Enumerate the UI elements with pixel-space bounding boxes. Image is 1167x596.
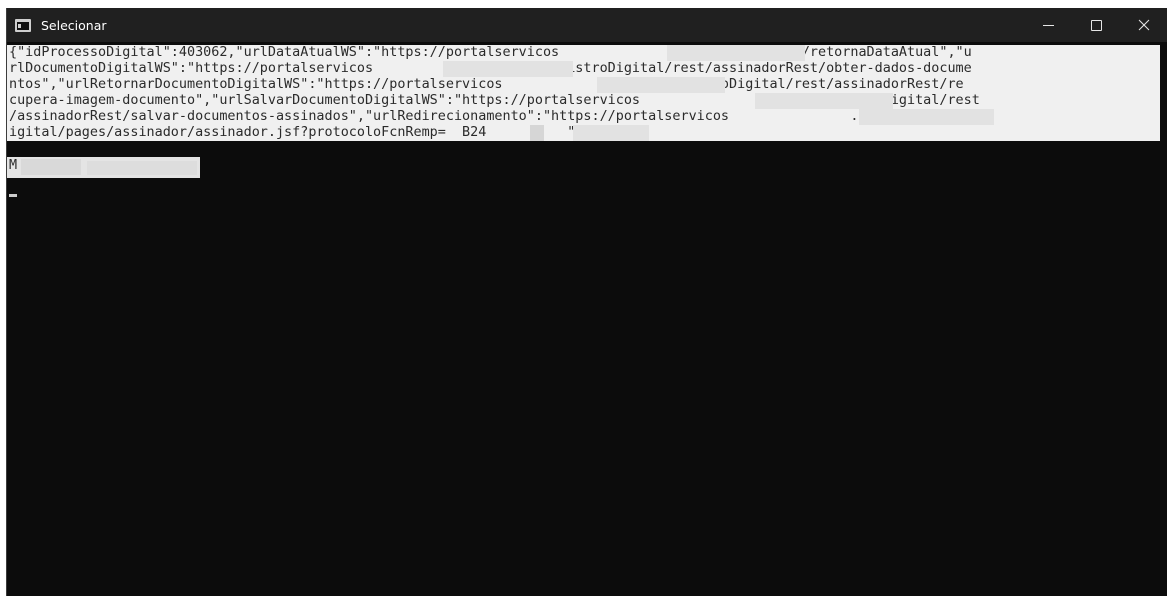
console-line: {"idProcessoDigital":403062,"urlDataAtua…	[7, 45, 1160, 61]
close-button[interactable]	[1120, 8, 1167, 42]
window-controls	[1024, 8, 1167, 42]
console-line: ntos","urlRetornarDocumentoDigitalWS":"h…	[7, 77, 1160, 93]
selected-text-block[interactable]: {"idProcessoDigital":403062,"urlDataAtua…	[7, 45, 1160, 141]
console-line: cupera-imagem-documento","urlSalvarDocum…	[7, 93, 1160, 109]
console-line: /assinadorRest/salvar-documentos-assinad…	[7, 109, 1160, 125]
console-line-text: {"idProcessoDigital":403062,"urlDataAtua…	[9, 45, 972, 60]
console-app-icon[interactable]	[15, 18, 31, 32]
title-bar[interactable]: Selecionar	[7, 8, 1167, 42]
console-window: Selecionar {"idProcessoDigital":403062,"…	[6, 8, 1167, 596]
maximize-icon	[1090, 19, 1102, 31]
redacted-region	[21, 159, 81, 175]
console-line: igital/pages/assinador/assinador.jsf?pro…	[7, 125, 1160, 141]
minimize-button[interactable]	[1024, 8, 1072, 42]
redacted-region	[667, 45, 805, 61]
console-line-text: M	[9, 158, 18, 173]
redacted-region	[859, 109, 994, 125]
maximize-button[interactable]	[1072, 8, 1120, 42]
selected-text-line-2[interactable]: M	[7, 157, 200, 178]
console-line-text: ntos","urlRetornarDocumentoDigitalWS":"h…	[9, 77, 964, 92]
minimize-icon	[1042, 25, 1054, 26]
console-line-text: /assinadorRest/salvar-documentos-assinad…	[9, 109, 988, 124]
redacted-region	[530, 125, 544, 141]
redacted-region	[573, 125, 649, 141]
redacted-region	[597, 77, 725, 93]
redacted-region	[87, 161, 197, 175]
window-title: Selecionar	[41, 17, 107, 33]
redacted-region	[755, 93, 893, 109]
close-icon	[1138, 19, 1150, 31]
redacted-region	[443, 61, 573, 77]
console-line-text: igital/pages/assinador/assinador.jsf?pro…	[9, 125, 584, 140]
console-line: rlDocumentoDigitalWS":"https://portalser…	[7, 61, 1160, 77]
text-cursor	[9, 194, 17, 197]
console-output[interactable]: {"idProcessoDigital":403062,"urlDataAtua…	[7, 42, 1167, 596]
